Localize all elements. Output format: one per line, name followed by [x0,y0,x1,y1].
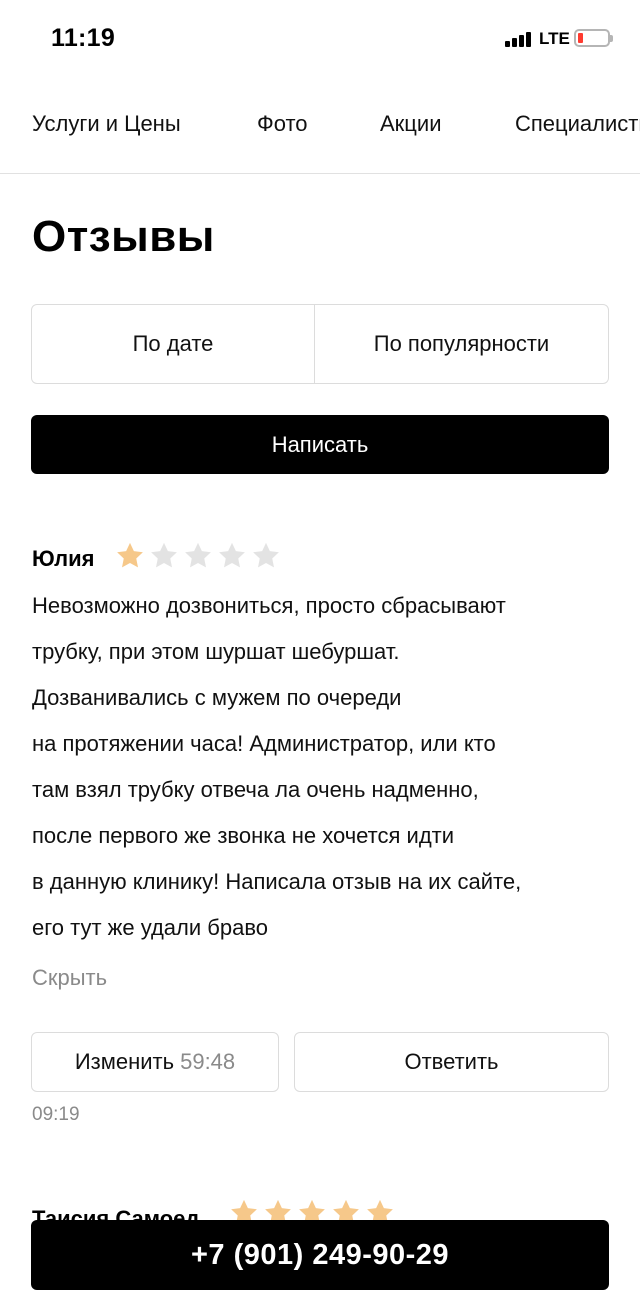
review-author: Юлия [32,546,95,571]
review-text-line: Дозванивались с мужем по очереди [32,685,402,710]
star-empty-icon [149,541,179,576]
edit-review-button[interactable]: Изменить 59:48 [31,1032,279,1092]
review-text-line: после первого же звонка не хочется идти [32,823,455,848]
review-text-line: там взял трубку отвеча ла очень надменно… [32,777,479,802]
review-text-line: Невозможно дозвониться, просто сбрасываю… [32,593,506,618]
review-text-line: трубку, при этом шуршат шебуршат. [32,639,400,664]
star-rating [115,541,281,576]
tab-services[interactable]: Услуги и Цены [32,111,181,137]
page-title: Отзывы [32,212,215,261]
battery-icon [574,29,613,47]
tab-specialists[interactable]: Специалисты [515,111,640,137]
review-text-line: на протяжении часа! Администратор, или к… [32,731,496,756]
sort-by-date-button[interactable]: По дате [32,305,315,383]
edit-label: Изменить [74,1049,175,1074]
review-timestamp: 09:19 [32,1104,80,1125]
review-text-line: его тут же удали браво [32,915,269,940]
nav-tabs: Услуги и Цены Фото Акции Специалисты [0,88,640,174]
network-label: LTE [539,29,570,48]
call-phone-button[interactable]: +7 (901) 249-90-29 [31,1220,609,1290]
star-empty-icon [183,541,213,576]
signal-icon [505,31,535,47]
sort-by-popularity-button[interactable]: По популярности [315,305,608,383]
hide-review-link[interactable]: Скрыть [32,965,107,991]
tab-promotions[interactable]: Акции [380,111,441,137]
star-filled-icon [115,541,145,576]
star-empty-icon [217,541,247,576]
review-text: Невозможно дозвониться, просто сбрасываю… [32,583,602,951]
edit-timer: 59:48 [180,1049,236,1074]
status-bar: 11:19 LTE [0,0,640,80]
star-empty-icon [251,541,281,576]
status-time: 11:19 [51,24,116,52]
reply-button[interactable]: Ответить [294,1032,609,1092]
review-text-line: в данную клинику! Написала отзыв на их с… [32,869,522,894]
sort-toggle: По дате По популярности [31,304,609,384]
write-review-button[interactable]: Написать [31,415,609,474]
tab-photo[interactable]: Фото [257,111,308,137]
